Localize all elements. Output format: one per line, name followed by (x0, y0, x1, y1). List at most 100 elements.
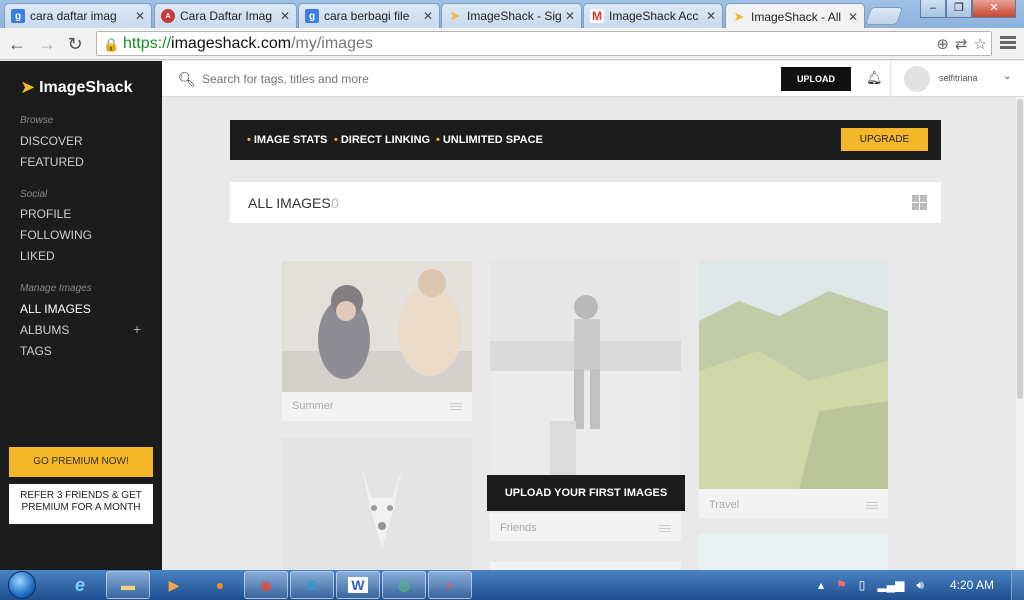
logo-text: ImageShack (39, 78, 133, 96)
page-scrollbar[interactable] (1016, 97, 1024, 570)
refer-line-2: PREMIUM FOR A MONTH (21, 502, 141, 513)
google-icon: g (305, 9, 319, 23)
chevron-down-icon[interactable]: ⌄ (1003, 71, 1011, 82)
zoom-icon[interactable]: ⊕ (936, 35, 949, 53)
image-count: 0 (331, 195, 339, 211)
battery-icon[interactable]: ▯ (859, 578, 866, 593)
taskbar-clock[interactable]: 4:20 AM (950, 578, 994, 592)
sample-card-summer: Summer (282, 261, 472, 421)
browser-tab-3[interactable]: g cara berbagi file ✕ (298, 3, 440, 28)
show-desktop-button[interactable] (1011, 570, 1024, 600)
tab-title: cara berbagi file (324, 9, 410, 23)
header-divider (890, 61, 891, 97)
tab-title: ImageShack Acc (609, 9, 699, 23)
refer-friends-button[interactable]: REFER 3 FRIENDS & GET PREMIUM FOR A MONT… (9, 484, 153, 524)
media-player-icon[interactable]: ▶ (152, 571, 196, 599)
summer-photo (282, 261, 472, 392)
card-menu-icon (659, 525, 671, 534)
tray-expand-icon[interactable]: ▴ (818, 578, 824, 593)
browser-tab-4[interactable]: ➤ ImageShack - Sig ✕ (441, 3, 582, 28)
chrome-icon[interactable]: ◉ (244, 571, 288, 599)
card-menu-icon (866, 502, 878, 511)
url-host: imageshack.com (171, 34, 292, 52)
sidebar-item-discover[interactable]: DISCOVER (20, 134, 83, 148)
tab-title: cara daftar imag (30, 9, 117, 23)
browser-tab-strip: g cara daftar imag ✕ A Cara Daftar Imag … (0, 0, 1024, 29)
ie-icon[interactable]: e (58, 571, 102, 599)
explorer-icon[interactable]: ▬ (106, 571, 150, 599)
windows-logo-icon (8, 571, 36, 599)
close-icon[interactable]: ✕ (135, 9, 145, 23)
sidebar-item-following[interactable]: FOLLOWING (20, 228, 92, 242)
reload-icon[interactable]: ↻ (64, 33, 86, 55)
firefox-icon[interactable]: ● (198, 571, 242, 599)
close-icon[interactable]: ✕ (848, 10, 858, 24)
close-icon[interactable]: ✕ (706, 9, 716, 23)
url-scheme: https:// (123, 34, 172, 52)
add-album-icon[interactable]: + (133, 321, 141, 337)
network-app-icon[interactable]: ◍ (382, 571, 426, 599)
feature-direct-linking: DIRECT LINKING (334, 134, 430, 146)
gmail-icon: M (590, 9, 604, 23)
sample-card-travel: Travel (699, 261, 888, 518)
upload-first-images-button[interactable]: UPLOAD YOUR FIRST IMAGES (487, 475, 685, 511)
notification-bell-icon[interactable]: 🔔︎ (866, 70, 883, 86)
scrollbar-thumb[interactable] (1017, 99, 1023, 399)
sidebar-item-albums[interactable]: ALBUMS (20, 323, 69, 337)
sidebar-item-featured[interactable]: FEATURED (20, 155, 84, 169)
maximize-icon[interactable]: ❐ (946, 0, 972, 18)
sidebar-item-all-images[interactable]: ALL IMAGES (20, 302, 91, 316)
system-tray: ▴ ⚑ ▯ ▂▄▆ 🔊︎ (818, 578, 924, 593)
browser-menu-icon[interactable] (998, 34, 1018, 54)
close-icon[interactable]: ✕ (280, 9, 290, 23)
start-button[interactable] (8, 570, 40, 600)
browser-tab-1[interactable]: g cara daftar imag ✕ (4, 3, 152, 28)
section-title-manage: Manage Images (20, 283, 92, 294)
section-title-browse: Browse (20, 115, 54, 126)
all-images-header: ALL IMAGES 0 (230, 182, 941, 223)
imageshack-logo[interactable]: ➤ ImageShack (20, 77, 132, 98)
windows-taskbar: e ▬ ▶ ● ◉ S W ◍ ◐ ▴ ⚑ ▯ ▂▄▆ 🔊︎ 4:20 AM (0, 570, 1024, 600)
word-icon[interactable]: W (336, 571, 380, 599)
translate-icon[interactable]: ⇄ (955, 35, 968, 53)
bookmark-star-icon[interactable]: ☆ (974, 35, 987, 53)
close-window-icon[interactable]: ✕ (972, 0, 1016, 18)
close-icon[interactable]: ✕ (565, 9, 575, 23)
travel-photo (699, 261, 888, 489)
card-caption: Summer (292, 400, 334, 412)
browser-tab-5[interactable]: M ImageShack Acc ✕ (583, 3, 723, 28)
dog-photo (282, 438, 472, 570)
paint-app-icon[interactable]: ◐ (428, 571, 472, 599)
back-icon[interactable]: ← (6, 33, 28, 55)
avatar[interactable] (904, 66, 930, 92)
forward-icon[interactable]: → (36, 33, 58, 55)
new-tab-button[interactable] (864, 7, 904, 25)
section-title-social: Social (20, 189, 48, 200)
username[interactable]: selfitriana (939, 73, 978, 83)
card-caption: Friends (500, 522, 537, 534)
card-caption: Travel (709, 499, 740, 511)
all-images-title: ALL IMAGES (248, 195, 331, 211)
action-center-icon[interactable]: ⚑ (836, 578, 847, 593)
skype-icon[interactable]: S (290, 571, 334, 599)
imageshack-favicon-icon: ➤ (449, 8, 461, 23)
address-bar[interactable]: 🔒 https:// imageshack.com /my/images ⊕ ⇄… (96, 31, 992, 56)
sidebar-item-profile[interactable]: PROFILE (20, 207, 71, 221)
upload-button[interactable]: UPLOAD (781, 67, 851, 91)
search-input[interactable] (202, 67, 762, 91)
upgrade-button[interactable]: UPGRADE (841, 128, 928, 151)
sidebar-item-tags[interactable]: TAGS (20, 344, 52, 358)
go-premium-button[interactable]: GO PREMIUM NOW! (9, 447, 153, 477)
feature-unlimited-space: UNLIMITED SPACE (436, 134, 543, 146)
volume-icon[interactable]: 🔊︎ (916, 578, 924, 593)
browser-tab-6-active[interactable]: ➤ ImageShack - All ✕ (725, 3, 865, 29)
minimize-icon[interactable]: – (920, 0, 946, 18)
signal-icon[interactable]: ▂▄▆ (877, 578, 904, 593)
google-icon: g (11, 9, 25, 23)
sidebar-item-liked[interactable]: LIKED (20, 249, 55, 263)
browser-tab-2[interactable]: A Cara Daftar Imag ✕ (154, 3, 297, 28)
refer-line-1: REFER 3 FRIENDS & GET (20, 490, 142, 501)
close-icon[interactable]: ✕ (423, 9, 433, 23)
grid-view-icon[interactable] (912, 195, 927, 210)
lock-icon: 🔒 (103, 36, 120, 52)
